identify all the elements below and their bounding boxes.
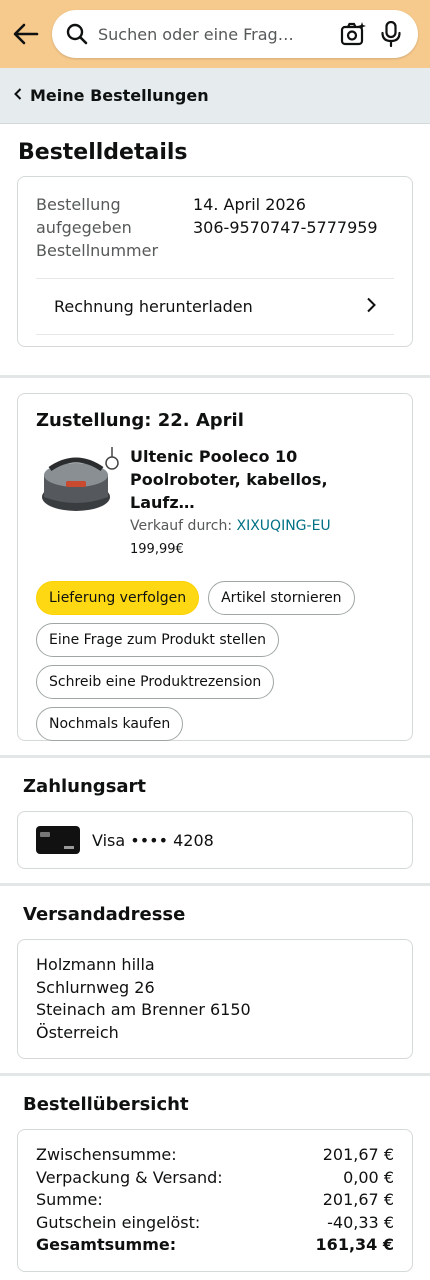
buy-again-button[interactable]: Nochmals kaufen xyxy=(36,707,184,741)
track-delivery-button[interactable]: Lieferung verfolgen xyxy=(36,581,200,615)
seller-link[interactable]: XIXUQING-EU xyxy=(237,518,331,534)
pool-robot-image[interactable] xyxy=(36,445,122,523)
address-line: Schlurnweg 26 xyxy=(36,977,155,997)
summary-label: Summe: xyxy=(36,1190,103,1209)
summary-label: Verpackung & Versand: xyxy=(36,1167,223,1187)
summary-row: Zwischensumme: 201,67 € xyxy=(36,1144,394,1167)
seller-info: Verkauf durch: XIXUQING-EU xyxy=(130,518,392,534)
section-divider xyxy=(0,1073,430,1076)
payment-card: Visa •••• 4208 xyxy=(17,811,413,869)
summary-value: 0,00 € xyxy=(343,1167,394,1187)
order-info-card: Bestellung aufgegeben Bestellnummer 14. … xyxy=(17,176,413,347)
payment-title: Zahlungsart xyxy=(23,776,147,797)
order-number: 306-9570747-5777959 xyxy=(193,218,378,237)
address-line: Österreich xyxy=(36,1022,119,1042)
breadcrumb[interactable]: Meine Bestellungen xyxy=(0,68,430,124)
summary-title: Bestellübersicht xyxy=(23,1094,189,1115)
back-arrow-icon[interactable] xyxy=(10,18,42,50)
page-title: Bestelldetails xyxy=(18,140,188,165)
ask-question-button[interactable]: Eine Frage zum Produkt stellen xyxy=(36,623,279,657)
write-review-button[interactable]: Schreib eine Produktrezension xyxy=(36,665,275,699)
search-icon xyxy=(66,23,88,45)
summary-value: 201,67 € xyxy=(322,1190,394,1209)
summary-label: Zwischensumme: xyxy=(36,1145,177,1164)
delivery-card: Zustellung: 22. April Ultenic Pooleco 10… xyxy=(17,393,413,741)
section-divider xyxy=(0,883,430,886)
order-date: 14. April 2026 xyxy=(193,195,306,214)
summary-row: Summe: 201,67 € xyxy=(36,1189,394,1212)
delivery-heading: Zustellung: 22. April xyxy=(36,410,244,431)
product-price: 199,99€ xyxy=(130,542,184,557)
summary-value: 201,67 € xyxy=(322,1145,394,1164)
section-divider xyxy=(0,755,430,758)
summary-value: -40,33 € xyxy=(327,1212,394,1232)
summary-label: Gutschein eingelöst: xyxy=(36,1212,201,1232)
summary-card: Zwischensumme: 201,67 € Verpackung & Vers… xyxy=(17,1129,413,1272)
section-divider xyxy=(0,375,430,378)
order-placed-label: Bestellung aufgegeben xyxy=(36,195,132,237)
order-actions: Lieferung verfolgen Artikel stornieren E… xyxy=(18,557,412,759)
product-item[interactable]: Ultenic Pooleco 10 Poolroboter, kabellos… xyxy=(18,431,412,557)
visa-card-icon xyxy=(36,826,80,854)
search-box[interactable] xyxy=(52,10,418,58)
address-line: Steinach am Brenner 6150 xyxy=(36,1000,251,1019)
microphone-icon[interactable] xyxy=(378,21,404,47)
order-number-label: Bestellnummer xyxy=(36,241,159,260)
invoice-label: Rechnung herunterladen xyxy=(54,297,253,316)
summary-row: Verpackung & Versand: 0,00 € xyxy=(36,1167,394,1190)
total-value: 161,34 € xyxy=(315,1235,394,1254)
top-search-bar xyxy=(0,0,430,68)
shipping-card: Holzmann hilla Schlurnweg 26 Steinach am… xyxy=(17,939,413,1059)
chevron-right-icon xyxy=(366,297,376,317)
seller-prefix: Verkauf durch: xyxy=(130,518,237,534)
product-name[interactable]: Ultenic Pooleco 10 Poolroboter, kabellos… xyxy=(130,445,392,514)
address-line: Holzmann hilla xyxy=(36,955,155,974)
summary-total-row: Gesamtsumme: 161,34 € xyxy=(36,1234,394,1257)
breadcrumb-label: Meine Bestellungen xyxy=(30,86,209,105)
summary-row: Gutschein eingelöst: -40,33 € xyxy=(36,1212,394,1235)
shipping-title: Versandadresse xyxy=(23,904,186,925)
search-input[interactable] xyxy=(98,24,328,44)
cancel-item-button[interactable]: Artikel stornieren xyxy=(208,581,355,615)
total-label: Gesamtsumme: xyxy=(36,1235,177,1254)
download-invoice-link[interactable]: Rechnung herunterladen xyxy=(36,278,394,335)
chevron-left-icon xyxy=(14,87,22,104)
payment-method: Visa •••• 4208 xyxy=(92,830,214,850)
camera-search-icon[interactable] xyxy=(340,21,366,47)
